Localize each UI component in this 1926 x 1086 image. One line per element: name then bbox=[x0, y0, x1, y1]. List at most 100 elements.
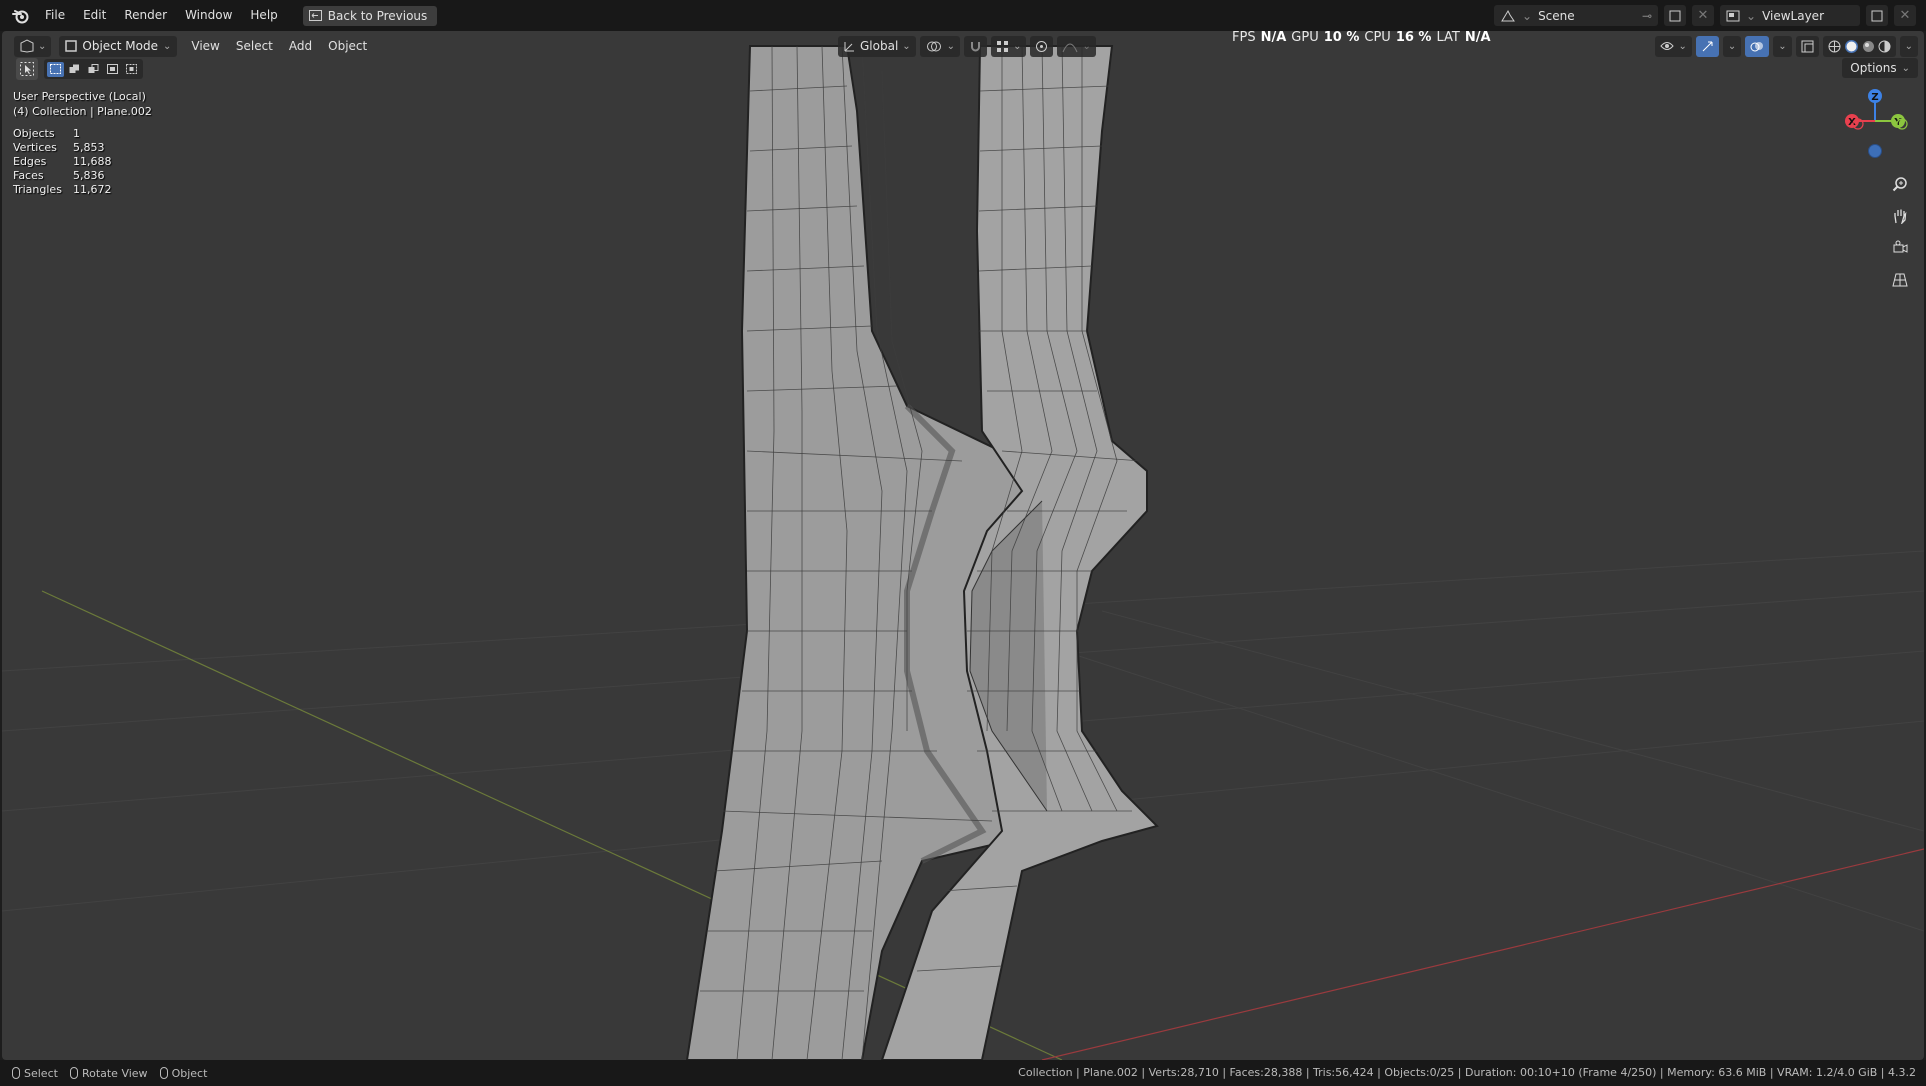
gizmo-options[interactable]: ⌄ bbox=[1722, 35, 1742, 57]
gpu-label: GPU bbox=[1291, 31, 1319, 45]
menu-file[interactable]: File bbox=[36, 0, 74, 31]
fps-value: N/A bbox=[1260, 31, 1287, 45]
material-shading-icon[interactable] bbox=[1862, 40, 1875, 53]
3d-viewport-icon bbox=[20, 39, 34, 53]
subtract-selection-icon[interactable] bbox=[85, 62, 102, 77]
selection-mode-group bbox=[44, 59, 143, 79]
performance-stats: FPS N/A GPU 10 % CPU 16 % LAT N/A bbox=[1232, 31, 1491, 45]
view-layer-selector[interactable]: ⌄ ViewLayer bbox=[1720, 5, 1860, 26]
shading-modes[interactable] bbox=[1822, 35, 1896, 57]
z-axis-label: Z bbox=[1871, 92, 1878, 103]
rendered-shading-icon[interactable] bbox=[1878, 40, 1891, 53]
pan-hand-icon[interactable] bbox=[1886, 203, 1914, 229]
magnet-icon bbox=[971, 41, 981, 51]
scene-statistics: Objects 1 Vertices 5,853 Edges 11,688 Faces… bbox=[13, 127, 152, 197]
scene-selector[interactable]: ⌄ Scene ⊸ bbox=[1494, 5, 1658, 26]
x-axis-label: X bbox=[1848, 117, 1856, 128]
back-to-previous-label: Back to Previous bbox=[327, 8, 428, 23]
zoom-icon[interactable] bbox=[1886, 171, 1914, 197]
status-rotate-label: Rotate View bbox=[81, 1066, 148, 1080]
xray-icon bbox=[1801, 40, 1814, 52]
active-collection: (4) Collection | Plane.002 bbox=[13, 105, 152, 118]
3d-viewport[interactable]: ⌄ Object Mode ⌄ View Select Add Object G… bbox=[2, 31, 1924, 1060]
shading-options[interactable]: ⌄ bbox=[1899, 35, 1918, 57]
cpu-value: 16 % bbox=[1395, 31, 1432, 45]
mode-selector[interactable]: Object Mode ⌄ bbox=[59, 35, 178, 57]
visibility-selector[interactable]: ⌄ bbox=[1655, 35, 1692, 57]
status-select-label: Select bbox=[24, 1066, 58, 1080]
overlays-toggle[interactable] bbox=[1745, 35, 1770, 57]
extend-selection-icon[interactable] bbox=[66, 62, 83, 77]
stat-value: 5,853 bbox=[73, 141, 105, 154]
solid-shading-icon[interactable] bbox=[1844, 39, 1859, 54]
delete-scene-icon[interactable]: ✕ bbox=[1692, 5, 1714, 26]
gizmo-toggle[interactable] bbox=[1695, 35, 1719, 57]
overlays-options[interactable]: ⌄ bbox=[1773, 35, 1792, 57]
status-bar: Select Rotate View Object Collection | P… bbox=[0, 1060, 1926, 1086]
snap-grid-icon bbox=[997, 40, 1009, 52]
stat-value: 5,836 bbox=[73, 169, 105, 182]
menu-select[interactable]: Select bbox=[228, 39, 281, 53]
fps-label: FPS bbox=[1232, 31, 1256, 45]
stat-value: 11,672 bbox=[73, 183, 112, 196]
select-cursor-icon bbox=[20, 62, 34, 76]
menu-view[interactable]: View bbox=[183, 39, 227, 53]
proportional-edit-toggle[interactable] bbox=[1030, 35, 1054, 57]
menu-add[interactable]: Add bbox=[281, 39, 320, 53]
menu-render[interactable]: Render bbox=[115, 0, 176, 31]
options-label: Options bbox=[1850, 61, 1897, 75]
intersect-selection-icon[interactable] bbox=[123, 62, 140, 77]
viewport-scene[interactable] bbox=[2, 31, 1924, 1060]
status-object-label: Object bbox=[171, 1066, 208, 1080]
stat-row: Vertices 5,853 bbox=[13, 141, 152, 155]
top-menu-bar: File Edit Render Window Help Back to Pre… bbox=[0, 0, 1926, 31]
scene-info-text: Collection | Plane.002 | Verts:28,710 | … bbox=[1018, 1066, 1916, 1079]
stat-label: Faces bbox=[13, 169, 44, 182]
tool-settings-row bbox=[16, 58, 143, 80]
xray-toggle[interactable] bbox=[1795, 35, 1819, 57]
invert-selection-icon[interactable] bbox=[104, 62, 121, 77]
viewport-info-overlay: User Perspective (Local) (4) Collection … bbox=[13, 89, 152, 197]
back-to-previous-button[interactable]: Back to Previous bbox=[302, 5, 438, 26]
menu-edit[interactable]: Edit bbox=[74, 0, 115, 31]
set-new-selection-icon[interactable] bbox=[47, 61, 64, 77]
camera-view-icon[interactable] bbox=[1886, 235, 1914, 261]
snap-toggle[interactable] bbox=[964, 35, 988, 57]
eye-icon bbox=[1660, 42, 1675, 50]
stat-value: 1 bbox=[73, 127, 80, 140]
falloff-curve-icon bbox=[1062, 43, 1078, 52]
falloff-selector[interactable]: ⌄ bbox=[1057, 35, 1096, 57]
pivot-point-selector[interactable]: ⌄ bbox=[919, 35, 961, 57]
stat-row: Edges 11,688 bbox=[13, 155, 152, 169]
menu-help[interactable]: Help bbox=[241, 0, 286, 31]
navigation-gizmo[interactable]: Z Y X bbox=[1840, 86, 1910, 176]
menu-object[interactable]: Object bbox=[320, 39, 375, 53]
proportional-edit-icon bbox=[1036, 40, 1048, 52]
status-object-hint: Object bbox=[159, 1066, 208, 1080]
pin-icon[interactable]: ⊸ bbox=[1642, 9, 1652, 23]
perspective-grid-icon[interactable] bbox=[1886, 267, 1914, 293]
wireframe-shading-icon[interactable] bbox=[1828, 40, 1841, 53]
stat-label: Vertices bbox=[13, 141, 57, 154]
object-mode-icon bbox=[65, 40, 78, 52]
new-view-layer-icon[interactable] bbox=[1866, 5, 1888, 26]
mode-label: Object Mode bbox=[82, 39, 158, 53]
menu-window[interactable]: Window bbox=[176, 0, 241, 31]
cpu-label: CPU bbox=[1364, 31, 1391, 45]
transform-orientation-selector[interactable]: Global ⌄ bbox=[838, 35, 916, 57]
stat-value: 11,688 bbox=[73, 155, 112, 168]
blender-logo-icon[interactable] bbox=[6, 0, 36, 31]
left-mouse-icon bbox=[12, 1067, 20, 1079]
view-name: User Perspective (Local) bbox=[13, 90, 146, 103]
options-button[interactable]: Options ⌄ bbox=[1842, 58, 1918, 78]
status-rotate-hint: Rotate View bbox=[69, 1066, 148, 1080]
new-scene-icon[interactable] bbox=[1664, 5, 1686, 26]
delete-view-layer-icon[interactable]: ✕ bbox=[1894, 5, 1916, 26]
snap-target-selector[interactable]: ⌄ bbox=[991, 35, 1027, 57]
scene-icon bbox=[1501, 9, 1515, 21]
orientation-label: Global bbox=[860, 39, 899, 53]
select-box-tool[interactable] bbox=[16, 58, 38, 80]
x-axis-line bbox=[1041, 848, 1924, 1060]
navigation-buttons bbox=[1886, 171, 1914, 293]
editor-type-selector[interactable]: ⌄ bbox=[14, 35, 52, 57]
